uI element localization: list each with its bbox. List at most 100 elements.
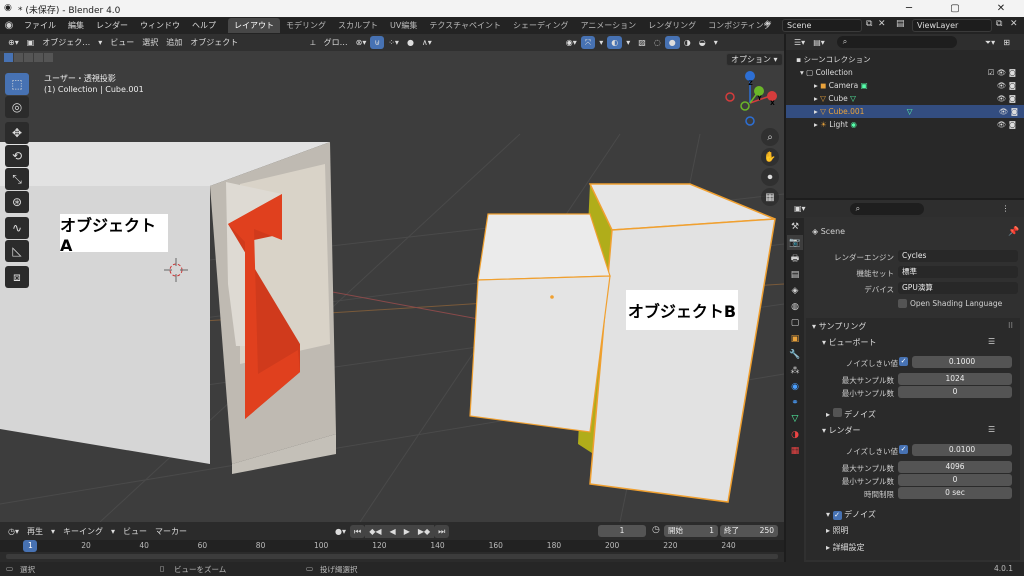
snap-icon[interactable]: ⊍ [370, 36, 385, 49]
gizmo-toggle-icon[interactable]: ⤧ [580, 36, 596, 49]
scene-selector[interactable]: Scene [782, 19, 862, 32]
jump-start-icon[interactable]: ⏮ [350, 524, 366, 538]
menu-timeline-view[interactable]: ビュー [119, 525, 151, 538]
menu-keying[interactable]: キーイング [59, 525, 107, 538]
menu-help[interactable]: ヘルプ [186, 17, 222, 34]
tab-layout[interactable]: レイアウト [228, 18, 280, 33]
jump-end-icon[interactable]: ⏭ [434, 524, 450, 538]
visibility-icon[interactable]: ◉▾ [562, 36, 581, 49]
start-frame-field[interactable]: 開始 1 [664, 525, 718, 537]
pin-icon[interactable]: 📌 [1008, 227, 1019, 237]
add-cube-tool[interactable]: ⧈ [5, 266, 29, 288]
material-shading-icon[interactable]: ◑ [680, 36, 695, 49]
maximize-button[interactable]: ▢ [932, 0, 978, 17]
light-paths-header[interactable]: ▸ 照明 [826, 525, 849, 536]
select-box-tool[interactable]: ⬚ [5, 73, 29, 95]
shading-settings-icon[interactable]: ▾ [710, 36, 722, 49]
blender-menu-icon[interactable]: ◉ [0, 20, 18, 31]
transform-orientation-dropdown[interactable]: グロ… [320, 36, 352, 49]
r-min-field[interactable]: 0 [898, 474, 1012, 486]
presets-icon[interactable]: ☰ [988, 425, 995, 434]
vp-denoise-checkbox[interactable] [832, 408, 842, 417]
data-tab-icon[interactable]: ▽ [787, 411, 803, 426]
view-layer-selector[interactable]: ViewLayer [912, 19, 992, 32]
scale-tool[interactable]: ⤡ [5, 168, 29, 190]
select-new-icon[interactable] [4, 53, 13, 62]
menu-add[interactable]: 追加 [162, 36, 186, 49]
minimize-button[interactable]: ─ [886, 0, 932, 17]
record-icon[interactable]: ●▾ [331, 525, 350, 538]
object-a-mesh[interactable] [0, 142, 336, 474]
particles-tab-icon[interactable]: ⁂ [787, 363, 803, 378]
perspective-toggle-icon[interactable]: ▦ [761, 188, 779, 206]
move-tool[interactable]: ✥ [5, 122, 29, 144]
tab-rendering[interactable]: レンダリング [642, 18, 702, 33]
feature-set-dropdown[interactable]: 標準 [898, 266, 1018, 278]
object-tab-icon[interactable]: ▣ [787, 331, 803, 346]
render-subpanel-header[interactable]: ▾ レンダー [822, 425, 861, 436]
menu-file[interactable]: ファイル [18, 17, 62, 34]
editor-type-icon[interactable]: ⊕▾ [4, 36, 23, 49]
output-tab-icon[interactable]: 🖶 [787, 251, 803, 266]
camera-view-icon[interactable]: ⏺ [761, 168, 779, 186]
camera-toggles[interactable]: 👁 ◙ [997, 79, 1016, 92]
snap-settings-icon[interactable]: ⁘▾ [384, 36, 403, 49]
rotate-tool[interactable]: ⟲ [5, 145, 29, 167]
overlay-settings-icon[interactable]: ▾ [622, 36, 634, 49]
modifier-tab-icon[interactable]: 🔧 [787, 347, 803, 362]
falloff-icon[interactable]: ∧▾ [418, 36, 436, 49]
outliner-editor-icon[interactable]: ☰▾ [790, 36, 809, 49]
properties-options-icon[interactable]: ⋮ [998, 202, 1014, 215]
tab-uv-editing[interactable]: UV編集 [384, 18, 423, 33]
pivot-point-icon[interactable]: ⊗▾ [352, 36, 371, 49]
outliner-row-light[interactable]: ▸ ☀ Light ◉ 👁 ◙ [814, 118, 1022, 131]
measure-tool[interactable]: ◺ [5, 240, 29, 262]
r-noise-checkbox[interactable]: ✓ [899, 445, 908, 454]
osl-checkbox[interactable] [898, 299, 907, 308]
device-dropdown[interactable]: GPU演算 [898, 282, 1018, 294]
properties-search-input[interactable]: ⌕ [849, 202, 924, 215]
timeline-scrollbar[interactable] [6, 554, 778, 559]
outliner-row-cube-001[interactable]: ▸ ▽ Cube.001 ▽ 👁 ◙ [786, 105, 1024, 118]
view-layer-remove-icon[interactable]: ✕ [1010, 19, 1018, 29]
prev-keyframe-icon[interactable]: ◆◀ [365, 524, 386, 538]
viewport-subpanel-header[interactable]: ▾ ビューポート [822, 337, 877, 348]
transform-tool[interactable]: ⊛ [5, 191, 29, 213]
physics-tab-icon[interactable]: ◉ [787, 379, 803, 394]
cube-toggles[interactable]: 👁 ◙ [997, 92, 1016, 105]
tab-shading[interactable]: シェーディング [507, 18, 574, 33]
render-engine-dropdown[interactable]: Cycles [898, 250, 1018, 262]
3d-viewport[interactable]: Z X Y ⊕▾ ▣ オブジェク… ▾ ビュー 選択 追加 オブジェクト ⟂ グ… [0, 34, 784, 522]
constraints-tab-icon[interactable]: ⚭ [787, 395, 803, 410]
play-icon[interactable]: ▶ [399, 524, 414, 538]
world-tab-icon[interactable]: ◍ [787, 299, 803, 314]
render-tab-icon[interactable]: 📷 [787, 235, 803, 250]
view-layer-add-icon[interactable]: ⧉ [996, 19, 1002, 29]
collection-tab-icon[interactable]: ▢ [787, 315, 803, 330]
zoom-icon[interactable]: ⌕ [761, 128, 779, 146]
current-frame-field[interactable]: 1 [598, 525, 646, 537]
drag-handle-icon[interactable]: ⁝⁝ [1008, 321, 1013, 330]
rendered-shading-icon[interactable]: ◒ [695, 36, 710, 49]
annotate-tool[interactable]: ∿ [5, 217, 29, 239]
select-intersect-icon[interactable] [44, 53, 53, 62]
cube-001-toggles[interactable]: 👁 ◙ [999, 105, 1018, 118]
menu-select[interactable]: 選択 [138, 36, 162, 49]
material-tab-icon[interactable]: ◑ [787, 427, 803, 442]
menu-edit[interactable]: 編集 [62, 17, 90, 34]
outliner-row-cube[interactable]: ▸ ▽ Cube ▽ 👁 ◙ [814, 92, 1022, 105]
select-extend-icon[interactable] [14, 53, 23, 62]
menu-object[interactable]: オブジェクト [186, 36, 242, 49]
close-button[interactable]: ✕ [978, 0, 1024, 17]
menu-window[interactable]: ウィンドウ [134, 17, 186, 34]
properties-editor-icon[interactable]: ▣▾ [790, 202, 810, 215]
tool-tab-icon[interactable]: ⚒ [787, 219, 803, 234]
next-keyframe-icon[interactable]: ▶◆ [413, 524, 435, 538]
vp-max-field[interactable]: 1024 [898, 373, 1012, 385]
object-b-mesh[interactable] [469, 183, 776, 503]
outliner-row-camera[interactable]: ▸ ◼ Camera ▣ 👁 ◙ [814, 79, 1022, 92]
menu-render[interactable]: レンダー [90, 17, 134, 34]
vp-noise-checkbox[interactable]: ✓ [899, 357, 908, 366]
play-reverse-icon[interactable]: ◀ [385, 524, 400, 538]
select-subtract-icon[interactable] [24, 53, 33, 62]
